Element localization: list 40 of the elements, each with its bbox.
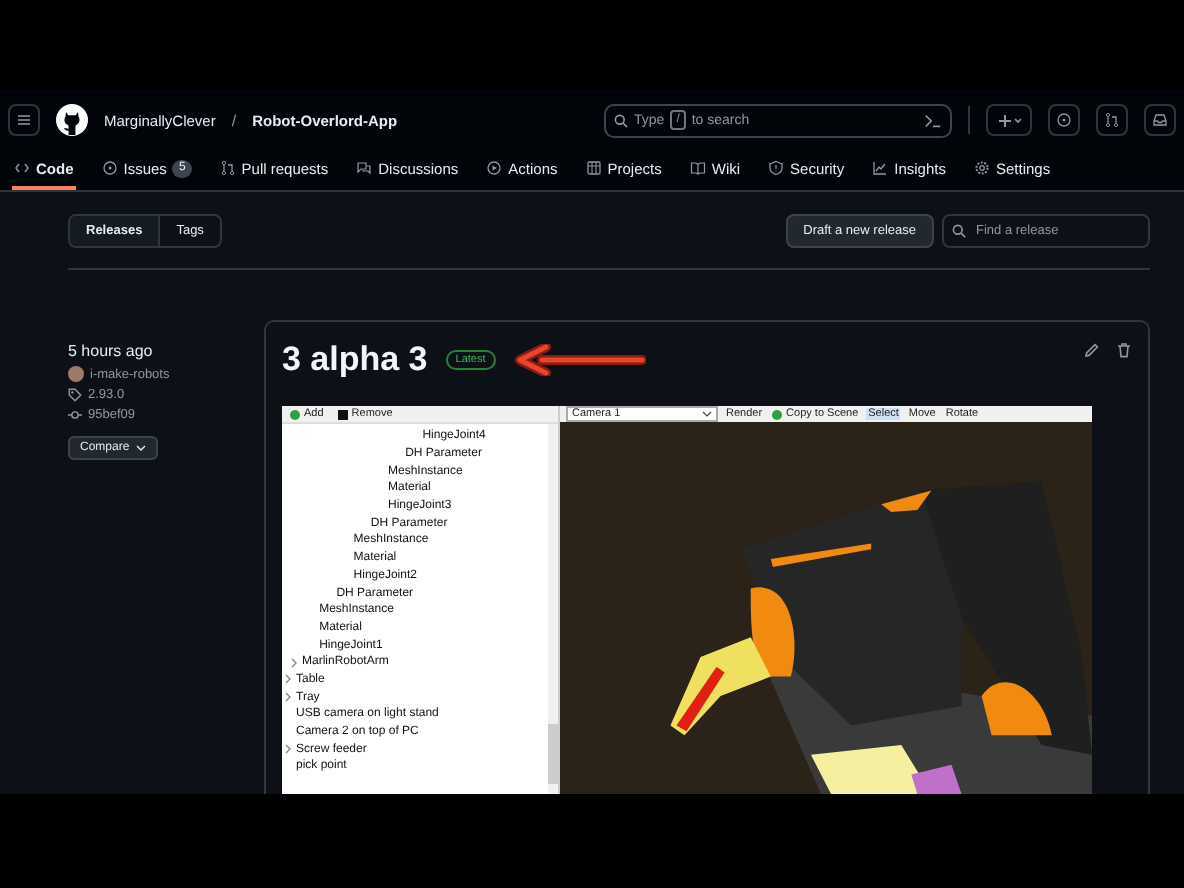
release-time: 5 hours ago: [68, 342, 155, 360]
caret-icon: [702, 410, 712, 418]
caret-icon: [135, 444, 146, 452]
commit-icon: [68, 408, 82, 422]
plus-circle-icon: [290, 409, 300, 419]
tag-icon: [68, 388, 82, 402]
breadcrumb-separator: /: [231, 111, 237, 129]
scrollbar-thumb[interactable]: [548, 724, 558, 784]
graph-icon: [872, 160, 889, 176]
code-icon: [14, 160, 30, 176]
create-new-button[interactable]: [986, 104, 1032, 136]
pull-request-icon: [219, 160, 236, 176]
issue-icon: [101, 160, 118, 176]
terminal-icon[interactable]: [924, 111, 942, 129]
release-title[interactable]: 3 alpha 3: [282, 340, 428, 380]
menu-button[interactable]: [8, 104, 40, 136]
pull-requests-button[interactable]: [1096, 104, 1128, 136]
discussion-icon: [356, 160, 373, 176]
arrow-annotation: [513, 344, 646, 376]
inbox-icon: [1152, 112, 1168, 128]
plus-circle-icon: [772, 409, 783, 419]
shield-icon: [768, 160, 785, 176]
inbox-button[interactable]: [1144, 104, 1176, 136]
play-icon: [486, 160, 503, 176]
pencil-icon[interactable]: [1084, 342, 1100, 358]
search-icon: [952, 224, 966, 238]
plus-caret-icon: [997, 113, 1021, 127]
gear-icon: [973, 160, 990, 176]
issues-button[interactable]: [1048, 104, 1080, 136]
pull-request-icon: [1104, 112, 1120, 128]
menu-icon: [16, 112, 32, 128]
issue-icon: [1056, 112, 1072, 128]
cat-logo-icon[interactable]: [56, 104, 88, 136]
search-icon: [614, 113, 628, 127]
square-icon: [337, 409, 348, 419]
table-icon: [585, 160, 602, 176]
avatar: [68, 366, 84, 382]
trash-icon[interactable]: [1116, 342, 1132, 358]
book-icon: [689, 160, 706, 176]
chevron-icon: [282, 744, 296, 755]
